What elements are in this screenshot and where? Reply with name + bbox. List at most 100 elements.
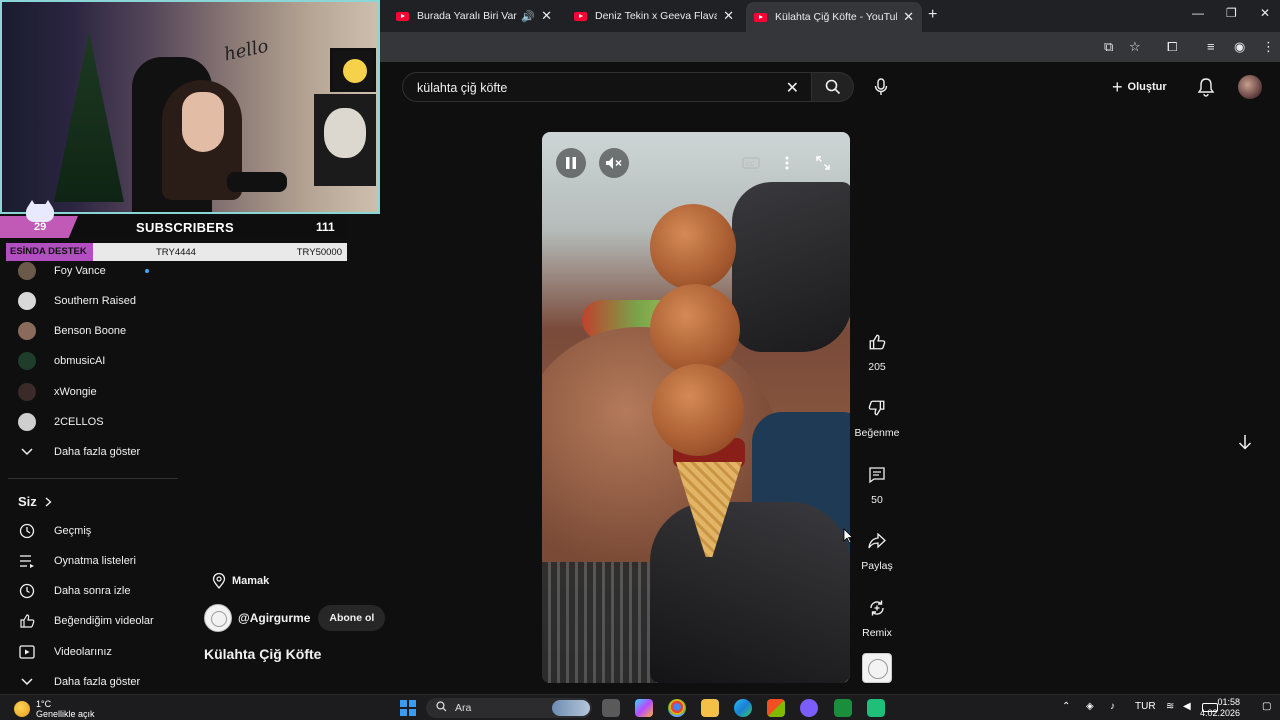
channel-name[interactable]: @Agirgurme: [238, 611, 310, 625]
tray-app-icon[interactable]: ◈: [1086, 701, 1094, 712]
clear-search-icon[interactable]: ✕: [786, 78, 799, 98]
sidebar-item-southern-raised[interactable]: Southern Raised: [0, 286, 200, 316]
browser-tab-3-active[interactable]: Külahta Çiğ Köfte - YouTube ✕: [746, 2, 922, 32]
video-frame-kofte-ball: [650, 284, 740, 374]
browser-menu-icon[interactable]: ⋮: [1262, 39, 1275, 55]
close-window-icon[interactable]: ✕: [1260, 6, 1270, 20]
profile-icon[interactable]: ◉: [1234, 39, 1245, 55]
goal-target: 111: [316, 220, 335, 234]
share-button[interactable]: [860, 524, 894, 558]
dislike-action[interactable]: Beğenme: [852, 391, 902, 439]
microsoft-store-icon[interactable]: [767, 699, 785, 717]
sidebar-item-label: Daha sonra izle: [54, 585, 131, 597]
sidebar-section-you[interactable]: Siz: [18, 494, 52, 509]
dislike-button[interactable]: [860, 391, 894, 425]
windows-start-icon[interactable]: [400, 700, 416, 716]
channel-row: @Agirgurme Abone ol: [204, 604, 386, 632]
wifi-icon[interactable]: ≋: [1166, 701, 1174, 712]
sidebar-item-watch-later[interactable]: Daha sonra izle: [0, 576, 200, 606]
task-view-icon[interactable]: [602, 699, 620, 717]
install-app-icon[interactable]: ⧉: [1104, 39, 1113, 55]
media-control-icon[interactable]: ≡: [1207, 39, 1215, 54]
account-avatar[interactable]: [1238, 75, 1262, 99]
remix-action[interactable]: Remix: [852, 591, 902, 639]
bookmark-star-icon[interactable]: ☆: [1129, 39, 1141, 55]
thumbs-up-icon: [869, 334, 886, 350]
weather-widget[interactable]: 1°C Genellikle açık: [14, 699, 95, 719]
comments-button[interactable]: [860, 458, 894, 492]
language-indicator[interactable]: TUR: [1135, 701, 1156, 712]
sidebar-divider: [8, 478, 178, 479]
weather-desc: Genellikle açık: [36, 709, 95, 719]
search-bar[interactable]: külahta çiğ köfte ✕: [402, 72, 812, 102]
like-action[interactable]: 205: [852, 325, 902, 373]
search-input[interactable]: külahta çiğ köfte: [417, 81, 507, 95]
sidebar-item-your-videos[interactable]: Videolarınız: [0, 637, 200, 667]
create-button[interactable]: + Oluştur: [1112, 76, 1167, 98]
more-options-button[interactable]: [772, 148, 802, 178]
next-video-arrow-icon[interactable]: [1236, 433, 1254, 451]
voice-search-button[interactable]: [866, 72, 896, 102]
fullscreen-button[interactable]: [808, 148, 838, 178]
file-explorer-icon[interactable]: [701, 699, 719, 717]
video-location[interactable]: Mamak: [212, 573, 269, 589]
extensions-icon[interactable]: ⧠: [1167, 39, 1177, 55]
app-icon-green[interactable]: [867, 699, 885, 717]
browser-tab-2[interactable]: Deniz Tekin x Geeva Flava x Dil ✕: [566, 4, 742, 28]
notifications-button[interactable]: [1195, 76, 1217, 98]
copilot-icon[interactable]: [635, 699, 653, 717]
close-tab-icon[interactable]: ✕: [541, 8, 552, 24]
volume-icon[interactable]: ◀: [1183, 701, 1191, 712]
sidebar-item-obmusicai[interactable]: obmusicAI: [0, 346, 200, 376]
share-action[interactable]: Paylaş: [852, 524, 902, 572]
donation-goal-bar: ESİNDA DESTEK TRY4444 TRY50000: [6, 243, 347, 261]
notification-center-icon[interactable]: ▢: [1262, 701, 1271, 712]
channel-thumbnail-button[interactable]: [862, 653, 892, 683]
remix-icon: [870, 600, 884, 616]
chrome-icon[interactable]: [668, 699, 686, 717]
sidebar-item-2cellos[interactable]: 2CELLOS: [0, 407, 200, 437]
audio-playing-icon[interactable]: 🔊: [521, 10, 535, 23]
search-button[interactable]: [812, 72, 854, 102]
subscribe-button[interactable]: Abone ol: [318, 605, 386, 631]
sidebar-item-playlists[interactable]: Oynatma listeleri: [0, 546, 200, 576]
taskbar-clock[interactable]: 01:58 4.02.2026: [1200, 697, 1240, 719]
sidebar-item-liked-videos[interactable]: Beğendiğim videolar: [0, 606, 200, 636]
sidebar-show-more-you[interactable]: Daha fazla göster: [0, 667, 200, 697]
microphone: [227, 172, 287, 192]
channel-avatar[interactable]: [204, 604, 232, 632]
video-frame-kofte-ball: [650, 204, 736, 290]
restore-icon[interactable]: ❐: [1226, 6, 1237, 20]
section-title: Siz: [18, 494, 37, 509]
xbox-icon[interactable]: [834, 699, 852, 717]
thumbs-up-icon: [18, 612, 36, 630]
create-label: Oluştur: [1127, 81, 1167, 93]
christmas-tree: [54, 32, 124, 202]
youtube-favicon-icon: [396, 11, 409, 21]
video-frame-kofte-ball: [652, 364, 744, 456]
app-icon[interactable]: [800, 699, 818, 717]
comments-action[interactable]: 50: [852, 458, 902, 506]
microphone-tray-icon[interactable]: ♪: [1110, 701, 1115, 712]
mute-button[interactable]: [599, 148, 629, 178]
minimize-icon[interactable]: ―: [1192, 6, 1204, 20]
edge-icon[interactable]: [734, 699, 752, 717]
video-title: Külahta Çiğ Köfte: [204, 646, 322, 662]
like-button[interactable]: [860, 325, 894, 359]
sidebar-item-benson-boone[interactable]: Benson Boone: [0, 316, 200, 346]
taskbar-search[interactable]: Ara: [426, 698, 592, 718]
sidebar-show-more-subscriptions[interactable]: Daha fazla göster: [0, 437, 200, 467]
remix-button[interactable]: [860, 591, 894, 625]
close-tab-icon[interactable]: ✕: [903, 9, 914, 25]
close-tab-icon[interactable]: ✕: [723, 8, 734, 24]
captions-button[interactable]: CC: [736, 148, 766, 178]
shorts-video-player[interactable]: CC: [542, 132, 850, 683]
youtube-favicon-icon: [754, 12, 767, 22]
sidebar-item-history[interactable]: Geçmiş: [0, 516, 200, 546]
tray-overflow-icon[interactable]: ⌃: [1062, 701, 1070, 712]
new-tab-button[interactable]: +: [928, 6, 937, 24]
pause-button[interactable]: [556, 148, 586, 178]
sidebar-item-xwongie[interactable]: xWongie: [0, 377, 200, 407]
taskbar-search-placeholder: Ara: [455, 702, 472, 714]
browser-tab-1[interactable]: Burada Yaralı Biri Var - YouT 🔊 ✕: [388, 4, 560, 28]
